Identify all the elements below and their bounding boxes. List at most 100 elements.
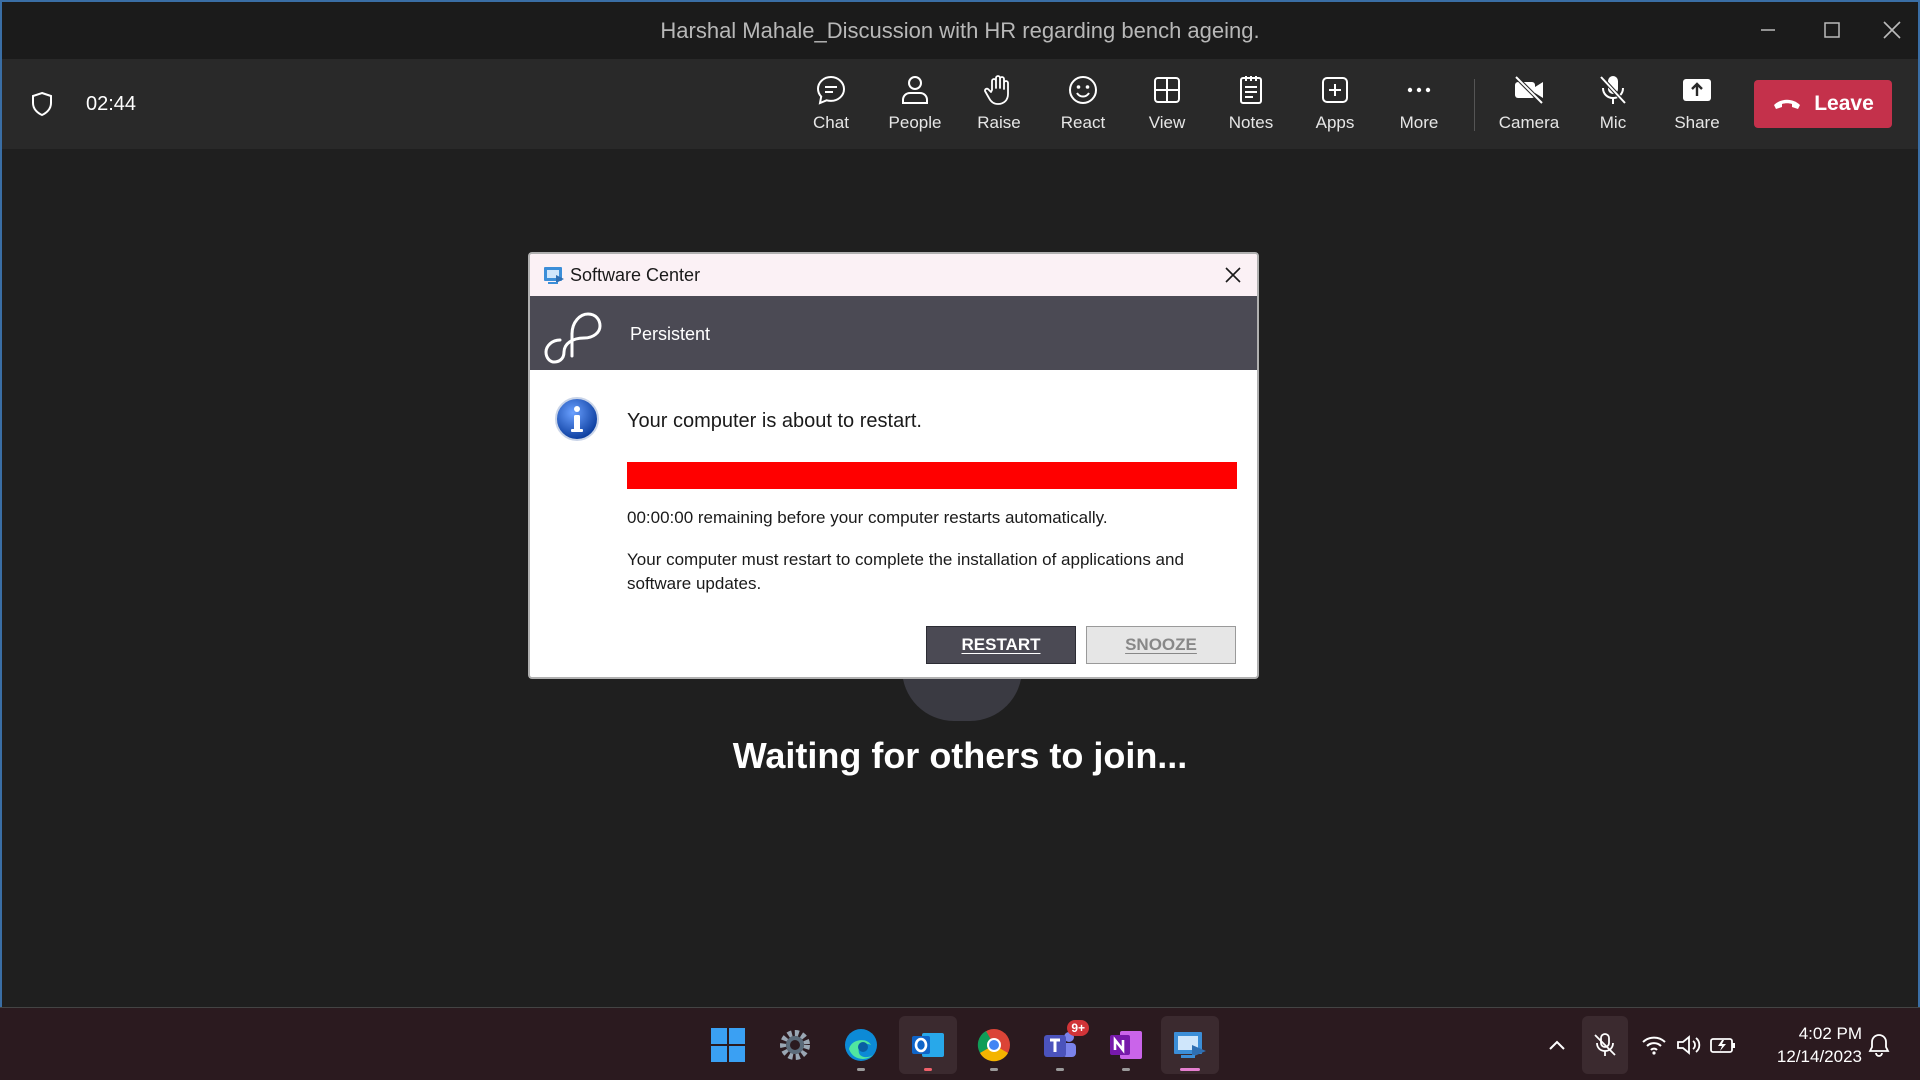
taskbar-teams[interactable]: 9+ [1039,1020,1089,1071]
mic-off-icon [1599,75,1627,105]
restart-button[interactable]: RESTART [926,626,1076,664]
dialog-titlebar: Software Center [530,254,1257,296]
chrome-browser-icon [977,1029,1010,1062]
maximize-button[interactable] [1812,12,1852,48]
meeting-timer: 02:44 [86,93,137,115]
taskbar: 9+ 4:02 PM 12/14/2023 [0,1007,1920,1080]
share-icon [1683,79,1711,101]
toolbar-notes-button[interactable]: Notes [1211,73,1291,139]
grid-icon [1154,77,1180,103]
toolbar-apps-label: Apps [1315,113,1355,132]
hand-icon [984,75,1009,105]
taskbar-edge[interactable] [840,1024,882,1071]
leave-label: Leave [1814,92,1874,115]
toolbar-camera-button[interactable]: Camera [1489,73,1569,139]
plus-square-icon [1322,77,1348,103]
phone-hangup-icon [1774,99,1801,109]
clock-time: 4:02 PM [1798,1024,1862,1043]
toolbar-share-button[interactable]: Share [1657,73,1737,139]
running-indicator [1180,1068,1200,1071]
running-indicator [857,1068,865,1071]
toolbar-divider [1474,79,1475,131]
onenote-icon [1110,1031,1142,1059]
battery-charging-icon [1710,1038,1735,1053]
toolbar-mic-label: Mic [1599,113,1627,132]
toolbar-chat-button[interactable]: Chat [791,73,871,139]
brand-name: Persistent [630,324,711,344]
tray-volume-button[interactable] [1674,1032,1702,1058]
windows-start-icon [711,1028,745,1062]
restart-message: Your computer is about to restart. [627,410,922,432]
tray-overflow-button[interactable] [1546,1032,1568,1058]
software-center-icon [544,267,564,284]
meeting-toolbar: 02:44 Chat People Raise React View Notes… [0,59,1920,149]
camera-off-icon [1514,75,1544,105]
close-icon [1883,21,1901,39]
toolbar-raise-label: Raise [977,113,1021,132]
remaining-time-text: 00:00:00 remaining before your computer … [627,508,1108,527]
outlook-icon [912,1033,944,1057]
dialog-brand-banner: Persistent [530,296,1257,370]
toolbar-view-button[interactable]: View [1127,73,1207,139]
notifications-button[interactable] [1866,1032,1892,1058]
toolbar-react-button[interactable]: React [1043,73,1123,139]
shield-icon [32,91,52,117]
running-indicator [990,1068,998,1071]
toolbar-people-button[interactable]: People [875,73,955,139]
restart-progress-bar [627,462,1237,489]
taskbar-settings[interactable] [774,1024,816,1066]
close-icon [1225,267,1241,283]
toolbar-people-label: People [888,113,942,132]
settings-gear-icon [780,1030,810,1060]
toolbar-apps-button[interactable]: Apps [1295,73,1375,139]
smiley-icon [1069,76,1097,104]
bell-icon [1868,1034,1890,1057]
toolbar-raise-button[interactable]: Raise [959,73,1039,139]
tray-battery-button[interactable] [1708,1032,1738,1058]
people-icon [902,76,928,104]
software-center-dialog: Software Center Persistent Your computer… [528,252,1259,679]
taskbar-chrome[interactable] [973,1024,1015,1071]
window-title: Harshal Mahale_Discussion with HR regard… [660,18,1260,43]
running-indicator [1122,1068,1130,1071]
taskbar-outlook[interactable] [907,1024,949,1071]
snooze-button[interactable]: SNOOZE [1086,626,1236,664]
dialog-title: Software Center [570,265,701,285]
tray-wifi-button[interactable] [1640,1032,1668,1058]
taskbar-software-center[interactable] [1169,1024,1211,1071]
toolbar-view-label: View [1148,113,1186,132]
toolbar-more-label: More [1399,113,1439,132]
taskbar-clock[interactable]: 4:02 PM 12/14/2023 [1752,1022,1862,1068]
volume-icon [1677,1035,1701,1055]
notes-icon [1240,76,1262,104]
taskbar-onenote[interactable] [1105,1024,1147,1071]
info-icon [555,397,599,441]
toolbar-notes-label: Notes [1228,113,1274,132]
restart-progress-fill [627,462,1237,489]
toolbar-more-button[interactable]: More [1379,73,1459,139]
software-center-icon [1174,1032,1206,1058]
close-window-button[interactable] [1872,12,1912,48]
wifi-icon [1642,1036,1666,1055]
toolbar-share-label: Share [1674,113,1720,132]
toolbar-mic-button[interactable]: Mic [1573,73,1653,139]
snooze-button-label: SNOOZE [1125,635,1197,654]
restart-button-label: RESTART [961,635,1041,654]
dialog-close-button[interactable] [1219,261,1247,289]
mic-muted-icon [1594,1033,1616,1056]
waiting-message: Waiting for others to join... [732,735,1188,776]
persistent-logo-icon [544,312,602,364]
maximize-icon [1824,22,1840,38]
toolbar-chat-label: Chat [813,113,849,132]
running-indicator [924,1068,932,1071]
tray-mic-button[interactable] [1591,1032,1619,1058]
start-button[interactable] [707,1024,749,1066]
toolbar-react-label: React [1060,113,1106,132]
leave-button[interactable]: Leave [1754,80,1892,128]
minimize-button[interactable] [1748,12,1788,48]
minimize-icon [1761,29,1775,31]
ellipsis-icon [1407,87,1431,93]
teams-notification-badge: 9+ [1067,1020,1089,1036]
restart-detail-text: Your computer must restart to complete t… [627,550,1184,593]
chevron-up-icon [1549,1040,1565,1050]
